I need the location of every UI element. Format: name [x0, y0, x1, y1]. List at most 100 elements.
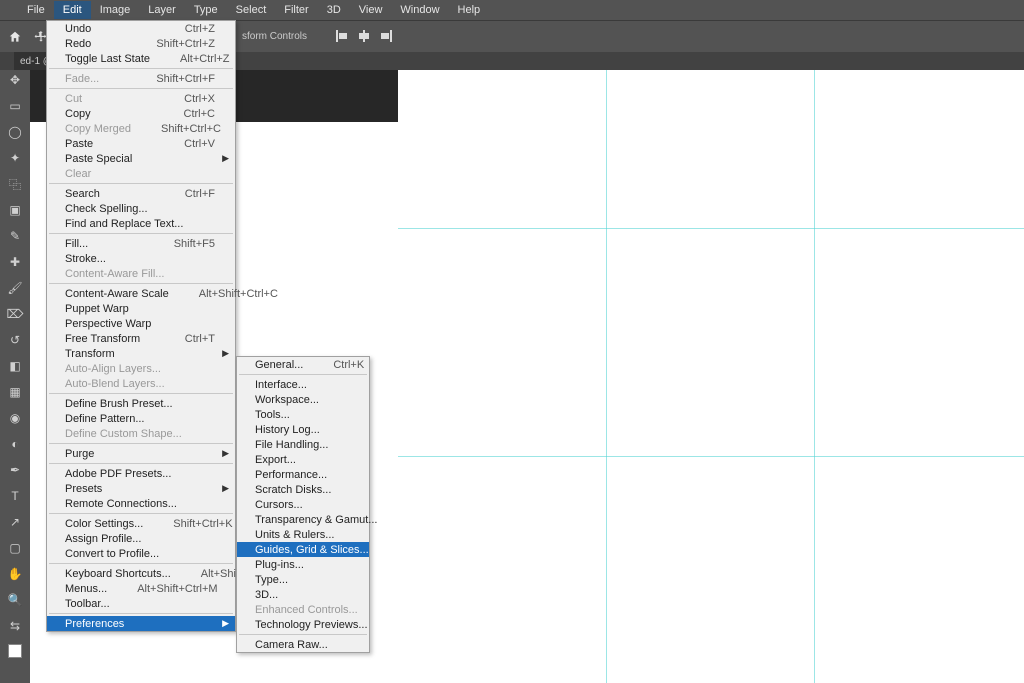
edit-menu-search[interactable]: SearchCtrl+F — [47, 186, 235, 201]
prefs-menu-tools[interactable]: Tools... — [237, 407, 369, 422]
menubar-item-3d[interactable]: 3D — [318, 1, 350, 19]
menubar-item-select[interactable]: Select — [227, 1, 276, 19]
move-tool[interactable]: ✥ — [7, 72, 23, 88]
edit-menu-define-pattern[interactable]: Define Pattern... — [47, 411, 235, 426]
blur-tool[interactable]: ◉ — [7, 410, 23, 426]
menubar-item-layer[interactable]: Layer — [139, 1, 185, 19]
menu-item-label: Export... — [255, 454, 296, 466]
frame-tool[interactable]: ▣ — [7, 202, 23, 218]
eyedropper-tool[interactable]: ✎ — [7, 228, 23, 244]
crop-tool[interactable]: ⿻ — [7, 176, 23, 192]
edit-menu-check-spelling[interactable]: Check Spelling... — [47, 201, 235, 216]
edit-menu-convert-to-profile[interactable]: Convert to Profile... — [47, 546, 235, 561]
prefs-menu-plug-ins[interactable]: Plug-ins... — [237, 557, 369, 572]
vertical-guide[interactable] — [606, 0, 607, 683]
edit-menu-menus[interactable]: Menus...Alt+Shift+Ctrl+M — [47, 581, 235, 596]
edit-menu-assign-profile[interactable]: Assign Profile... — [47, 531, 235, 546]
swap-colors-icon[interactable]: ⇆ — [7, 618, 23, 634]
lasso-tool[interactable]: ◯ — [7, 124, 23, 140]
prefs-menu-export[interactable]: Export... — [237, 452, 369, 467]
brush-tool[interactable]: 🖌 — [7, 280, 23, 296]
foreground-swatch[interactable] — [8, 644, 22, 658]
menubar-item-type[interactable]: Type — [185, 1, 227, 19]
prefs-menu-type[interactable]: Type... — [237, 572, 369, 587]
menu-item-label: Find and Replace Text... — [65, 218, 183, 230]
menubar-item-help[interactable]: Help — [449, 1, 490, 19]
hand-tool[interactable]: ✋ — [7, 566, 23, 582]
edit-menu-paste-special[interactable]: Paste Special▶ — [47, 151, 235, 166]
prefs-menu-performance[interactable]: Performance... — [237, 467, 369, 482]
prefs-menu-history-log[interactable]: History Log... — [237, 422, 369, 437]
edit-menu-toggle-last-state[interactable]: Toggle Last StateAlt+Ctrl+Z — [47, 51, 235, 66]
edit-menu-transform[interactable]: Transform▶ — [47, 346, 235, 361]
align-right-icon[interactable] — [379, 29, 393, 43]
prefs-menu-units-rulers[interactable]: Units & Rulers... — [237, 527, 369, 542]
edit-menu-find-and-replace-text[interactable]: Find and Replace Text... — [47, 216, 235, 231]
gradient-tool[interactable]: ▦ — [7, 384, 23, 400]
prefs-menu-interface[interactable]: Interface... — [237, 377, 369, 392]
align-left-icon[interactable] — [335, 29, 349, 43]
eraser-tool[interactable]: ◧ — [7, 358, 23, 374]
menu-item-label: Assign Profile... — [65, 533, 141, 545]
horizontal-guide[interactable] — [398, 456, 1024, 457]
prefs-menu-technology-previews[interactable]: Technology Previews... — [237, 617, 369, 632]
edit-menu-free-transform[interactable]: Free TransformCtrl+T — [47, 331, 235, 346]
edit-menu-paste[interactable]: PasteCtrl+V — [47, 136, 235, 151]
edit-menu-puppet-warp[interactable]: Puppet Warp — [47, 301, 235, 316]
edit-menu-keyboard-shortcuts[interactable]: Keyboard Shortcuts...Alt+Shift+Ctrl+K — [47, 566, 235, 581]
menubar-item-window[interactable]: Window — [391, 1, 448, 19]
shape-tool[interactable]: ▢ — [7, 540, 23, 556]
wand-tool[interactable]: ✦ — [7, 150, 23, 166]
edit-menu-define-brush-preset[interactable]: Define Brush Preset... — [47, 396, 235, 411]
canvas[interactable] — [398, 0, 1024, 683]
horizontal-guide[interactable] — [398, 228, 1024, 229]
prefs-menu-3d[interactable]: 3D... — [237, 587, 369, 602]
edit-menu-color-settings[interactable]: Color Settings...Shift+Ctrl+K — [47, 516, 235, 531]
edit-menu-purge[interactable]: Purge▶ — [47, 446, 235, 461]
vertical-guide[interactable] — [814, 0, 815, 683]
edit-menu-preferences[interactable]: Preferences▶ — [47, 616, 235, 631]
path-tool[interactable]: ↗ — [7, 514, 23, 530]
edit-menu-perspective-warp[interactable]: Perspective Warp — [47, 316, 235, 331]
menubar-item-edit[interactable]: Edit — [54, 1, 91, 19]
menu-item-label: Clear — [65, 168, 91, 180]
edit-menu-redo[interactable]: RedoShift+Ctrl+Z — [47, 36, 235, 51]
prefs-menu-file-handling[interactable]: File Handling... — [237, 437, 369, 452]
home-button[interactable] — [4, 26, 26, 48]
prefs-menu-camera-raw[interactable]: Camera Raw... — [237, 637, 369, 652]
prefs-menu-cursors[interactable]: Cursors... — [237, 497, 369, 512]
edit-menu-copy[interactable]: CopyCtrl+C — [47, 106, 235, 121]
type-tool[interactable]: T — [7, 488, 23, 504]
pen-tool[interactable]: ✒ — [7, 462, 23, 478]
marquee-tool[interactable]: ▭ — [7, 98, 23, 114]
options-toolbar-right: sform Controls — [240, 20, 393, 52]
prefs-menu-separator — [239, 634, 367, 635]
edit-menu-fill[interactable]: Fill...Shift+F5 — [47, 236, 235, 251]
zoom-tool[interactable]: 🔍 — [7, 592, 23, 608]
edit-menu-separator — [49, 513, 233, 514]
history-brush-tool[interactable]: ↺ — [7, 332, 23, 348]
stamp-tool[interactable]: ⌦ — [7, 306, 23, 322]
menubar-item-view[interactable]: View — [350, 1, 392, 19]
edit-menu-content-aware-scale[interactable]: Content-Aware ScaleAlt+Shift+Ctrl+C — [47, 286, 235, 301]
align-center-icon[interactable] — [357, 29, 371, 43]
menubar-item-image[interactable]: Image — [91, 1, 140, 19]
dodge-tool[interactable]: ◐ — [7, 436, 23, 452]
edit-menu-presets[interactable]: Presets▶ — [47, 481, 235, 496]
prefs-menu-general[interactable]: General...Ctrl+K — [237, 357, 369, 372]
prefs-menu-workspace[interactable]: Workspace... — [237, 392, 369, 407]
menubar-item-file[interactable]: File — [18, 1, 54, 19]
prefs-menu-scratch-disks[interactable]: Scratch Disks... — [237, 482, 369, 497]
prefs-menu-guides-grid-slices[interactable]: Guides, Grid & Slices... — [237, 542, 369, 557]
edit-menu-undo[interactable]: UndoCtrl+Z — [47, 21, 235, 36]
healing-tool[interactable]: ✚ — [7, 254, 23, 270]
edit-menu-adobe-pdf-presets[interactable]: Adobe PDF Presets... — [47, 466, 235, 481]
menubar-item-filter[interactable]: Filter — [275, 1, 317, 19]
edit-menu-dropdown: UndoCtrl+ZRedoShift+Ctrl+ZToggle Last St… — [46, 20, 236, 632]
transform-controls-label: sform Controls — [240, 31, 309, 42]
prefs-menu-transparency-gamut[interactable]: Transparency & Gamut... — [237, 512, 369, 527]
edit-menu-toolbar[interactable]: Toolbar... — [47, 596, 235, 611]
edit-menu-remote-connections[interactable]: Remote Connections... — [47, 496, 235, 511]
edit-menu-separator — [49, 283, 233, 284]
edit-menu-stroke[interactable]: Stroke... — [47, 251, 235, 266]
